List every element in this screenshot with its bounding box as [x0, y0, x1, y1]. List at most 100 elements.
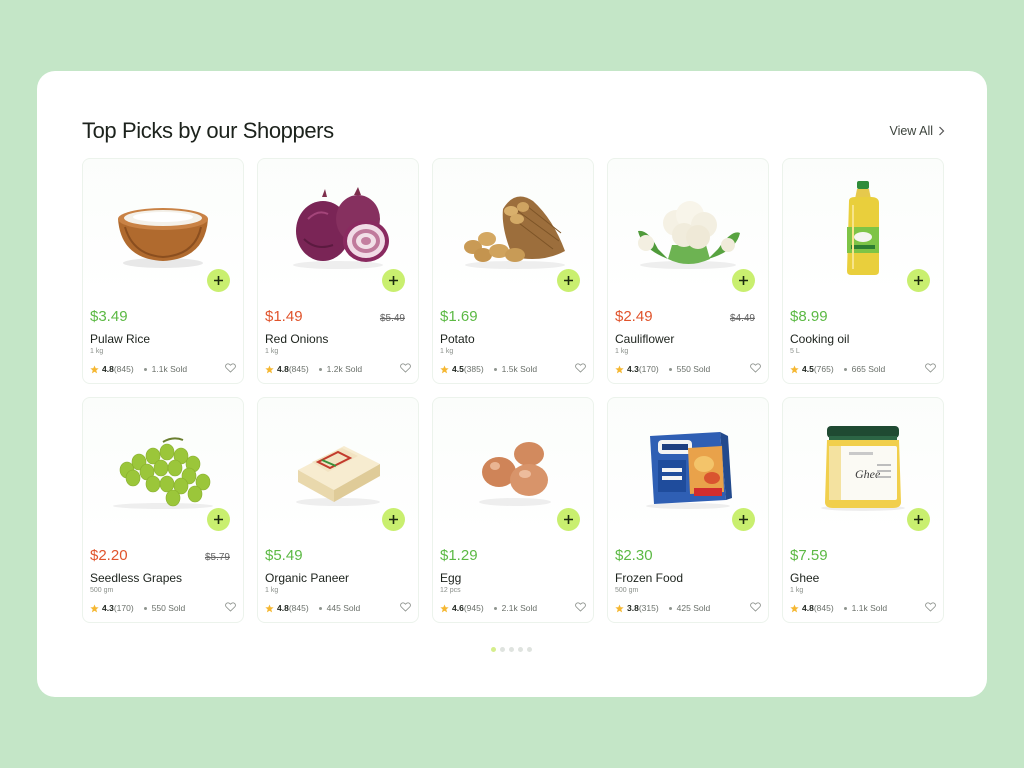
price: $1.49	[265, 308, 303, 325]
separator-dot	[143, 367, 147, 371]
add-to-cart-button[interactable]	[907, 269, 930, 292]
review-count: (945)	[463, 603, 484, 613]
rating-value: 4.3	[627, 364, 639, 374]
review-count: (315)	[638, 603, 659, 613]
product-name: Cauliflower	[615, 332, 675, 346]
product-name: Pulaw Rice	[90, 332, 151, 346]
separator-dot	[318, 606, 322, 610]
product-card[interactable]: $3.49 Pulaw Rice 1 kg 4.8 (845) 1.1k Sol…	[82, 158, 244, 384]
product-grid: $3.49 Pulaw Rice 1 kg 4.8 (845) 1.1k Sol…	[82, 158, 944, 623]
star-icon	[440, 364, 449, 373]
add-to-cart-button[interactable]	[907, 508, 930, 531]
sold-count: 2.1k Sold	[501, 603, 538, 613]
star-icon	[265, 364, 274, 373]
plus-icon	[739, 515, 748, 524]
product-card[interactable]: $1.29 Egg 12 pcs 4.6 (945) 2.1k Sold	[432, 397, 594, 623]
sold-count: 550 Sold	[676, 364, 711, 374]
heart-icon[interactable]	[225, 363, 236, 373]
page-dot-2[interactable]	[500, 647, 505, 652]
plus-icon	[214, 276, 223, 285]
product-meta: 4.8 (845) 1.1k Sold	[790, 603, 887, 613]
heart-icon[interactable]	[400, 602, 411, 612]
page-dot-5[interactable]	[527, 647, 532, 652]
section-header: Top Picks by our Shoppers View All	[82, 115, 945, 147]
add-to-cart-button[interactable]	[732, 508, 755, 531]
product-meta: 3.8 (315) 425 Sold	[615, 603, 710, 613]
price: $2.30	[615, 547, 653, 564]
add-to-cart-button[interactable]	[207, 508, 230, 531]
section-title: Top Picks by our Shoppers	[82, 118, 334, 143]
separator-dot	[668, 367, 672, 371]
add-to-cart-button[interactable]	[732, 269, 755, 292]
add-to-cart-button[interactable]	[557, 508, 580, 531]
product-name: Organic Paneer	[265, 571, 350, 585]
review-count: (845)	[113, 364, 134, 374]
product-card[interactable]: $1.69 Potato 1 kg 4.5 (385) 1.5k Sold	[432, 158, 594, 384]
sold-count: 1.5k Sold	[501, 364, 538, 374]
sold-count: 1.1k Sold	[151, 364, 188, 374]
star-icon	[790, 603, 799, 612]
price: $8.99	[790, 308, 828, 325]
old-price: $5.49	[379, 313, 405, 324]
rating-value: 3.8	[627, 603, 639, 613]
heart-icon[interactable]	[400, 363, 411, 373]
sold-count: 550 Sold	[151, 603, 186, 613]
review-count: (845)	[288, 364, 309, 374]
price: $1.29	[440, 547, 478, 564]
heart-icon[interactable]	[750, 363, 761, 373]
separator-dot	[668, 606, 672, 610]
chevron-right-icon	[939, 126, 945, 136]
product-card[interactable]: $1.49 $5.49 Red Onions 1 kg 4.8 (845) 1.…	[257, 158, 419, 384]
heart-icon[interactable]	[575, 602, 586, 612]
product-meta: 4.5 (385) 1.5k Sold	[440, 364, 537, 374]
page-dot-1[interactable]	[491, 647, 496, 652]
rating-value: 4.3	[102, 603, 114, 613]
star-icon	[615, 603, 624, 612]
heart-icon[interactable]	[575, 363, 586, 373]
product-meta: 4.8 (845) 1.1k Sold	[90, 364, 187, 374]
product-card[interactable]: Ghee $7.59 Ghee 1 kg 4.8 (845) 1.1k Sold	[782, 397, 944, 623]
heart-icon[interactable]	[750, 602, 761, 612]
price: $3.49	[90, 308, 128, 325]
sold-count: 1.1k Sold	[851, 603, 888, 613]
rating-value: 4.5	[802, 364, 814, 374]
add-to-cart-button[interactable]	[382, 269, 405, 292]
product-card[interactable]: $5.49 Organic Paneer 1 kg 4.8 (845) 445 …	[257, 397, 419, 623]
review-count: (385)	[463, 364, 484, 374]
page-dot-4[interactable]	[518, 647, 523, 652]
separator-dot	[843, 606, 847, 610]
rating-value: 4.8	[802, 603, 814, 613]
product-weight: 1 kg	[790, 587, 804, 594]
product-weight: 1 kg	[90, 348, 104, 355]
product-card[interactable]: $8.99 Cooking oil 5 L 4.5 (765) 665 Sold	[782, 158, 944, 384]
star-icon	[90, 603, 99, 612]
price: $7.59	[790, 547, 828, 564]
sold-count: 425 Sold	[676, 603, 711, 613]
product-weight: 500 gm	[615, 587, 639, 594]
svg-text:Ghee: Ghee	[855, 467, 881, 481]
product-name: Potato	[440, 332, 475, 346]
heart-icon[interactable]	[925, 602, 936, 612]
view-all-link[interactable]: View All	[889, 124, 945, 138]
star-icon	[90, 364, 99, 373]
add-to-cart-button[interactable]	[382, 508, 405, 531]
page-dot-3[interactable]	[509, 647, 514, 652]
plus-icon	[739, 276, 748, 285]
product-name: Cooking oil	[790, 332, 850, 346]
sold-count: 1.2k Sold	[326, 364, 363, 374]
heart-icon[interactable]	[925, 363, 936, 373]
product-weight: 1 kg	[615, 348, 629, 355]
plus-icon	[214, 515, 223, 524]
heart-icon[interactable]	[225, 602, 236, 612]
rating-value: 4.8	[277, 603, 289, 613]
product-weight: 1 kg	[440, 348, 454, 355]
product-card[interactable]: $2.49 $4.49 Cauliflower 1 kg 4.3 (170) 5…	[607, 158, 769, 384]
price: $2.20	[90, 547, 128, 564]
add-to-cart-button[interactable]	[557, 269, 580, 292]
product-name: Egg	[440, 571, 462, 585]
separator-dot	[843, 367, 847, 371]
product-card[interactable]: $2.30 Frozen Food 500 gm 3.8 (315) 425 S…	[607, 397, 769, 623]
add-to-cart-button[interactable]	[207, 269, 230, 292]
product-card[interactable]: $2.20 $5.79 Seedless Grapes 500 gm 4.3 (…	[82, 397, 244, 623]
review-count: (170)	[638, 364, 659, 374]
